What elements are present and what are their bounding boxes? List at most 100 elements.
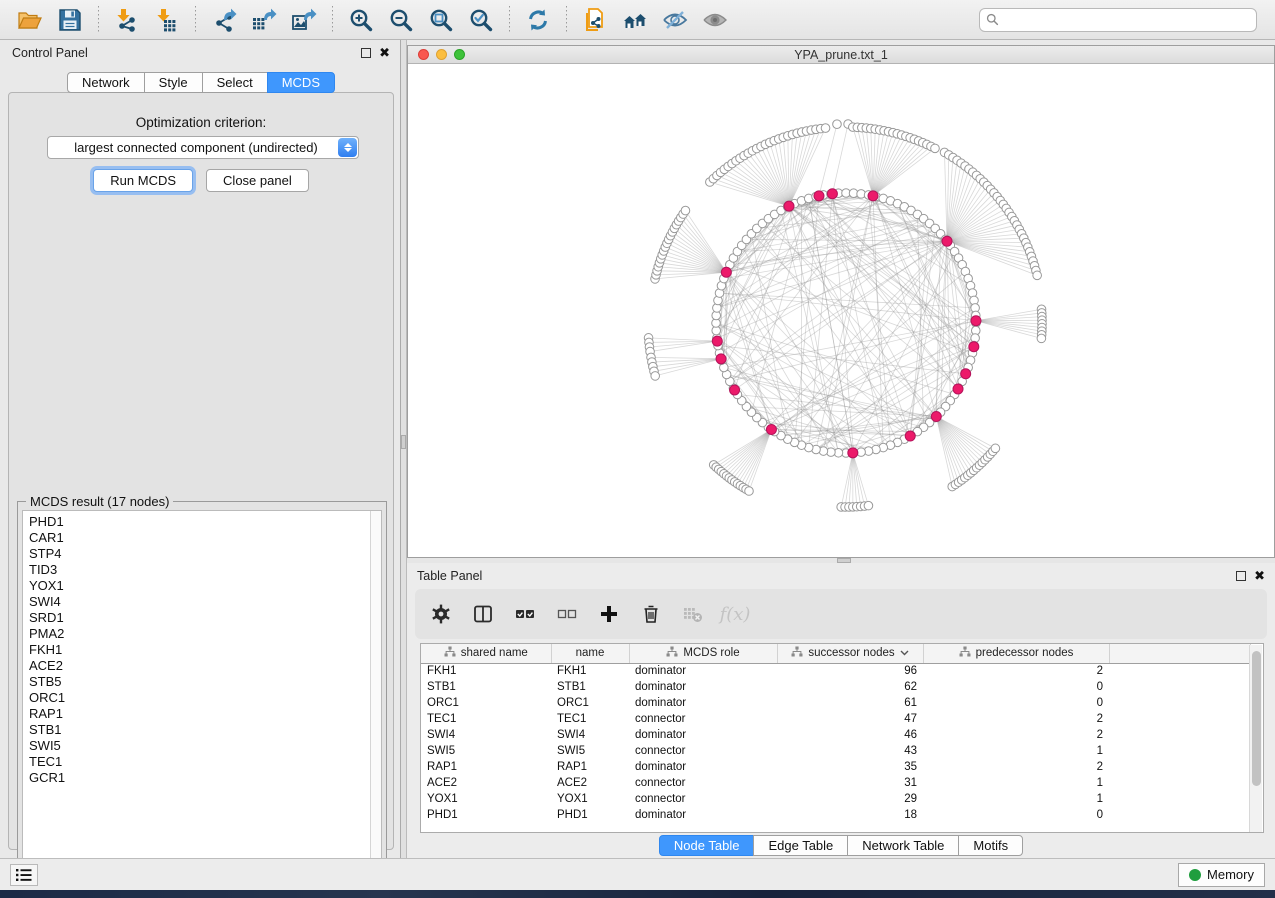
result-node-item[interactable]: CAR1 <box>29 530 381 546</box>
table-scrollbar-thumb[interactable] <box>1252 651 1261 786</box>
zoom-in-icon[interactable] <box>341 4 381 36</box>
table-cell[interactable]: SWI4 <box>551 727 629 743</box>
tab-node-table[interactable]: Node Table <box>659 835 755 856</box>
zoom-fit-icon[interactable] <box>421 4 461 36</box>
table-cell[interactable]: SWI4 <box>421 727 551 743</box>
table-cell[interactable]: 31 <box>777 775 923 791</box>
table-cell[interactable]: RAP1 <box>421 759 551 775</box>
table-cell[interactable]: 2 <box>923 759 1109 775</box>
result-node-item[interactable]: ACE2 <box>29 658 381 674</box>
export-image-icon[interactable] <box>284 4 324 36</box>
table-cell[interactable]: ACE2 <box>551 775 629 791</box>
table-cell[interactable]: connector <box>629 743 777 759</box>
table-row[interactable]: YOX1YOX1connector291 <box>421 791 1251 807</box>
table-cell[interactable]: 18 <box>777 807 923 823</box>
result-node-item[interactable]: RAP1 <box>29 706 381 722</box>
tab-style[interactable]: Style <box>144 72 203 93</box>
tab-mcds[interactable]: MCDS <box>267 72 335 93</box>
table-row[interactable]: ORC1ORC1dominator610 <box>421 695 1251 711</box>
result-node-item[interactable]: PMA2 <box>29 626 381 642</box>
table-cell[interactable]: RAP1 <box>551 759 629 775</box>
open-session-icon[interactable] <box>10 4 50 36</box>
vertical-splitter[interactable] <box>400 40 407 858</box>
log-console-button[interactable] <box>10 864 38 886</box>
network-window-titlebar[interactable]: YPA_prune.txt_1 <box>408 46 1274 64</box>
table-cell[interactable]: PHD1 <box>421 807 551 823</box>
export-table-icon[interactable] <box>244 4 284 36</box>
export-network-icon[interactable] <box>204 4 244 36</box>
table-cell[interactable]: 1 <box>923 775 1109 791</box>
table-cell[interactable]: 62 <box>777 679 923 695</box>
settings-gear-icon[interactable] <box>429 602 453 626</box>
table-cell[interactable]: dominator <box>629 679 777 695</box>
table-cell[interactable]: connector <box>629 791 777 807</box>
table-row[interactable]: SWI4SWI4dominator462 <box>421 727 1251 743</box>
table-row[interactable]: SWI5SWI5connector431 <box>421 743 1251 759</box>
criterion-dropdown[interactable]: largest connected component (undirected) <box>47 136 359 159</box>
table-cell[interactable]: dominator <box>629 695 777 711</box>
table-cell[interactable]: dominator <box>629 759 777 775</box>
network-canvas[interactable] <box>408 64 1274 557</box>
memory-button[interactable]: Memory <box>1178 863 1265 887</box>
table-cell[interactable]: 1 <box>923 743 1109 759</box>
import-network-icon[interactable] <box>107 4 147 36</box>
result-node-item[interactable]: SWI4 <box>29 594 381 610</box>
table-cell[interactable]: 0 <box>923 695 1109 711</box>
table-cell[interactable]: PHD1 <box>551 807 629 823</box>
table-row[interactable]: TEC1TEC1connector472 <box>421 711 1251 727</box>
close-panel-icon[interactable]: ✖ <box>1254 571 1265 581</box>
result-node-item[interactable]: FKH1 <box>29 642 381 658</box>
column-header-name[interactable]: name <box>551 644 629 663</box>
result-node-item[interactable]: PHD1 <box>29 514 381 530</box>
result-node-item[interactable]: STB5 <box>29 674 381 690</box>
table-cell[interactable]: 96 <box>777 663 923 679</box>
table-cell[interactable]: TEC1 <box>551 711 629 727</box>
tab-edge-table[interactable]: Edge Table <box>753 835 848 856</box>
result-node-item[interactable]: TEC1 <box>29 754 381 770</box>
import-table-icon[interactable] <box>147 4 187 36</box>
save-session-icon[interactable] <box>50 4 90 36</box>
result-node-item[interactable]: SWI5 <box>29 738 381 754</box>
close-panel-icon[interactable]: ✖ <box>379 48 390 58</box>
show-all-icon[interactable] <box>695 4 735 36</box>
table-cell[interactable]: ACE2 <box>421 775 551 791</box>
table-cell[interactable]: YOX1 <box>421 791 551 807</box>
table-cell[interactable]: 2 <box>923 663 1109 679</box>
table-row[interactable]: STB1STB1dominator620 <box>421 679 1251 695</box>
result-node-item[interactable]: TID3 <box>29 562 381 578</box>
result-node-item[interactable]: YOX1 <box>29 578 381 594</box>
table-cell[interactable]: dominator <box>629 807 777 823</box>
result-node-item[interactable]: SRD1 <box>29 610 381 626</box>
table-cell[interactable]: 2 <box>923 711 1109 727</box>
table-cell[interactable]: 0 <box>923 679 1109 695</box>
mcds-result-list[interactable]: PHD1CAR1STP4TID3YOX1SWI4SRD1PMA2FKH1ACE2… <box>22 510 382 868</box>
column-header-predecessor-nodes[interactable]: predecessor nodes <box>923 644 1109 663</box>
table-cell[interactable]: 1 <box>923 791 1109 807</box>
run-mcds-button[interactable]: Run MCDS <box>93 169 193 192</box>
float-panel-icon[interactable] <box>361 48 371 58</box>
deselect-all-icon[interactable] <box>555 602 579 626</box>
tab-network[interactable]: Network <box>67 72 145 93</box>
column-header-shared-name[interactable]: shared name <box>421 644 551 663</box>
search-box[interactable] <box>979 8 1257 32</box>
show-columns-icon[interactable] <box>471 602 495 626</box>
table-cell[interactable]: 2 <box>923 727 1109 743</box>
table-row[interactable]: PHD1PHD1dominator180 <box>421 807 1251 823</box>
table-cell[interactable]: 35 <box>777 759 923 775</box>
tab-select[interactable]: Select <box>202 72 268 93</box>
zoom-selected-icon[interactable] <box>461 4 501 36</box>
table-cell[interactable]: FKH1 <box>551 663 629 679</box>
table-cell[interactable]: 0 <box>923 807 1109 823</box>
zoom-out-icon[interactable] <box>381 4 421 36</box>
table-cell[interactable]: 29 <box>777 791 923 807</box>
result-node-item[interactable]: GCR1 <box>29 770 381 786</box>
sort-chevron-icon[interactable] <box>900 647 909 659</box>
float-panel-icon[interactable] <box>1236 571 1246 581</box>
result-list-scrollbar[interactable] <box>370 511 381 867</box>
result-node-item[interactable]: STB1 <box>29 722 381 738</box>
close-panel-button[interactable]: Close panel <box>206 169 309 192</box>
table-row[interactable]: FKH1FKH1dominator962 <box>421 663 1251 679</box>
table-cell[interactable]: 43 <box>777 743 923 759</box>
hide-selected-icon[interactable] <box>655 4 695 36</box>
table-scrollbar[interactable] <box>1249 645 1262 833</box>
